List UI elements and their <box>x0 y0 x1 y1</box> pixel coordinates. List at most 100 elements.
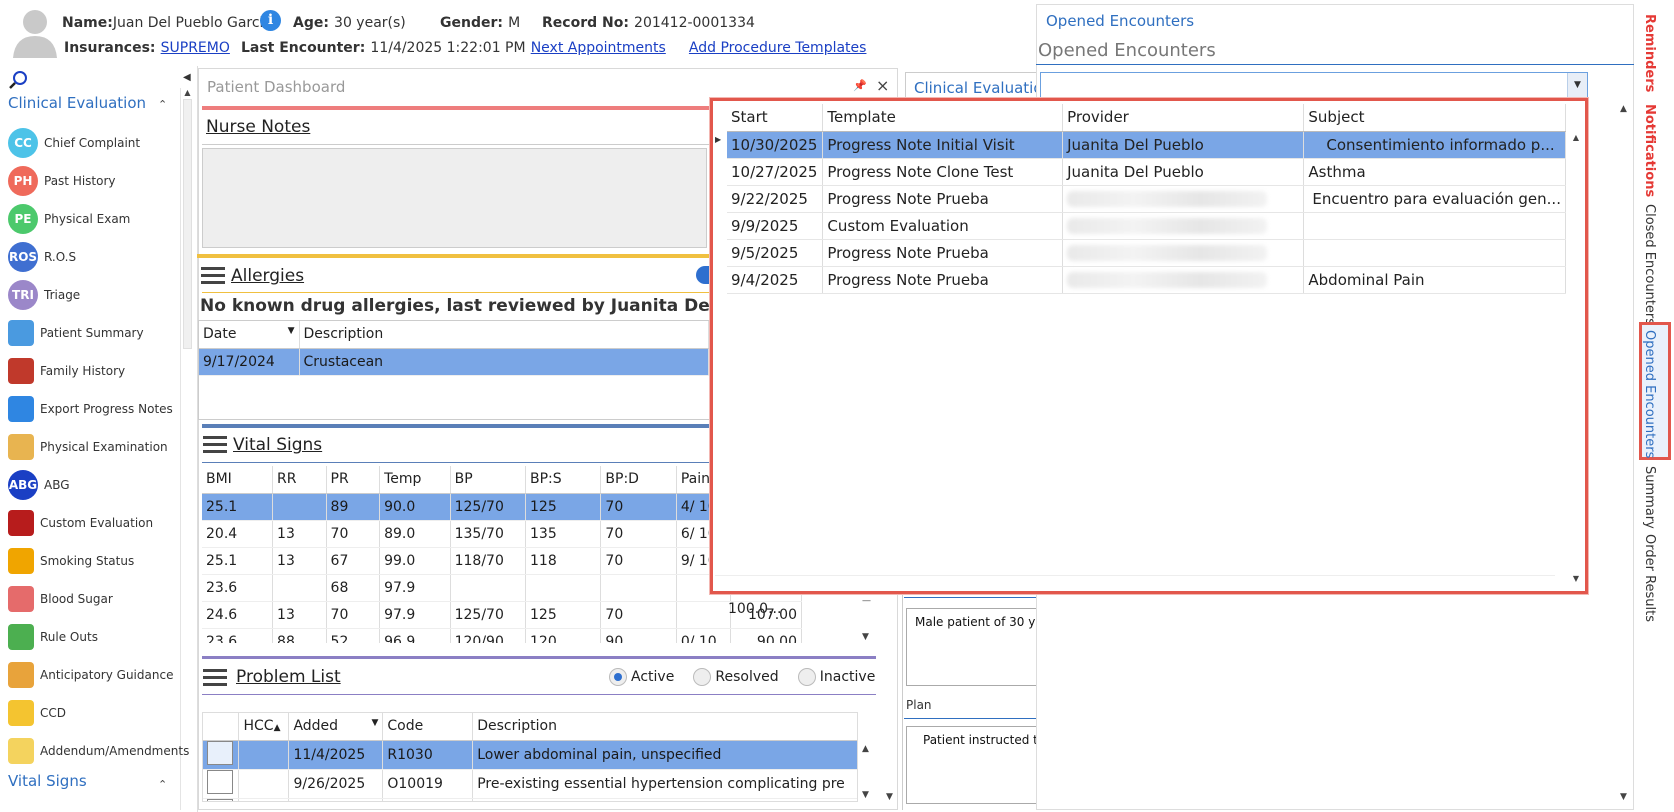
problem-col[interactable]: HCC▲ <box>238 713 290 741</box>
problem-list-grid[interactable]: HCC▲ Added ▼ Code Description 11/4/2025 R1030 L… <box>202 712 858 802</box>
insurance-link[interactable]: SUPREMO <box>161 40 230 56</box>
radio-inactive[interactable] <box>797 667 816 686</box>
nav-item[interactable]: Export Progress Notes <box>8 392 180 426</box>
nav-item[interactable]: TRI Triage <box>8 278 180 312</box>
nav-scrollbar[interactable]: ▲ <box>180 88 194 810</box>
allergies-toggle[interactable] <box>696 266 710 284</box>
row-checkbox[interactable] <box>207 740 233 765</box>
scroll-down-icon[interactable]: ▼ <box>862 632 869 642</box>
vitals-col[interactable]: Temp <box>379 466 451 494</box>
plan-text[interactable]: Patient instructed to <box>906 726 1040 804</box>
nav-item[interactable]: Smoking Status <box>8 544 180 578</box>
nav-item[interactable]: Patient Summary <box>8 316 180 350</box>
nav-item-label: Physical Examination <box>40 440 168 454</box>
vitals-col[interactable]: RR <box>272 466 327 494</box>
drag-handle-icon[interactable] <box>203 436 227 454</box>
row-checkbox[interactable] <box>207 769 233 794</box>
allergies-col-description[interactable]: Description <box>299 321 709 349</box>
allergies-col-date[interactable]: Date ▼ <box>199 321 300 349</box>
add-procedure-templates-link[interactable]: Add Procedure Templates <box>689 40 867 56</box>
nav-item[interactable]: ABG ABG <box>8 468 180 502</box>
nav-item[interactable]: Anticipatory Guidance <box>8 658 180 692</box>
nav-item[interactable]: PE Physical Exam <box>8 202 180 236</box>
tab-notifications[interactable]: Notifications <box>1642 104 1657 197</box>
encounter-col[interactable]: Start <box>727 104 824 132</box>
chevron-down-icon[interactable]: ▼ <box>1567 73 1587 97</box>
scroll-down-icon[interactable]: ▼ <box>886 792 893 802</box>
radio-active[interactable] <box>609 667 627 686</box>
scroll-up-icon[interactable]: ▲ <box>1620 104 1627 114</box>
problem-col[interactable] <box>203 713 240 741</box>
tab-reminders[interactable]: Reminders <box>1642 14 1657 92</box>
assessment-text[interactable]: Male patient of 30 year <box>906 608 1040 686</box>
close-icon[interactable]: × <box>876 76 889 95</box>
encounter-row[interactable]: 10/27/2025 Progress Note Clone Test Juanit… <box>727 158 1566 186</box>
drag-handle-icon[interactable] <box>203 669 227 687</box>
section-clinical-evaluation[interactable]: Clinical Evaluation <box>8 94 146 112</box>
nav-item[interactable]: PH Past History <box>8 164 180 198</box>
dropdown-scrollbar[interactable]: ▲ ▼ <box>1569 133 1583 583</box>
table-row[interactable]: 24.6 13 70 97.9 125/70 125 70 107.00 <box>202 601 802 629</box>
problem-col[interactable]: Code <box>382 713 474 741</box>
table-row[interactable]: 9/22/2025Z91120Patient's intentional und… <box>203 798 857 801</box>
nav-item[interactable]: CCD <box>8 696 180 730</box>
allergies-grid[interactable]: Date ▼ Description 9/17/2024 Crustacean <box>198 320 710 420</box>
section-vital-signs[interactable]: Vital Signs <box>8 772 87 790</box>
nav-item[interactable]: CC Chief Complaint <box>8 126 180 160</box>
nav-item[interactable]: Rule Outs <box>8 620 180 654</box>
drag-handle-icon[interactable] <box>201 267 225 285</box>
next-appointments-link[interactable]: Next Appointments <box>531 40 666 56</box>
nav-item[interactable]: Family History <box>8 354 180 388</box>
nav-item-label: Blood Sugar <box>40 592 113 606</box>
encounter-col[interactable]: Subject <box>1303 104 1566 132</box>
vitals-col[interactable]: PR <box>326 466 381 494</box>
sort-down-icon[interactable]: ▼ <box>371 718 378 728</box>
tab-summary[interactable]: Summary <box>1642 466 1657 529</box>
tab-order-results[interactable]: Order Results <box>1642 534 1657 622</box>
vitals-col[interactable]: BMI <box>202 466 274 494</box>
encounter-row[interactable]: 9/5/2025 Progress Note Prueba <box>727 239 1566 267</box>
scroll-up-icon[interactable]: ▲ <box>862 744 869 754</box>
tab-opened-encounters[interactable]: Opened Encounters <box>1642 330 1657 458</box>
vitals-col[interactable]: BP:S <box>525 466 602 494</box>
gender-row: Gender: M <box>440 12 520 31</box>
encounter-row[interactable]: 9/4/2025 Progress Note Prueba Abdominal Pa… <box>727 266 1566 294</box>
nav-item[interactable]: Physical Examination <box>8 430 180 464</box>
chevron-up-icon[interactable]: ⌃ <box>158 778 167 791</box>
row-checkbox[interactable] <box>207 798 233 801</box>
encounter-col[interactable]: Provider <box>1062 104 1305 132</box>
nurse-notes-box[interactable] <box>202 148 707 248</box>
search-icon[interactable] <box>8 70 28 90</box>
scroll-down-icon[interactable]: ▼ <box>1620 792 1627 802</box>
table-row[interactable]: 11/4/2025 R1030 Lower abdominal pain, unsp… <box>203 740 857 770</box>
sort-up-icon[interactable]: ▲ <box>274 723 281 733</box>
sort-down-icon[interactable]: ▼ <box>288 326 295 336</box>
nav-item[interactable]: Blood Sugar <box>8 582 180 616</box>
vitals-col[interactable]: BP:D <box>600 466 677 494</box>
nav-item[interactable]: Addendum/Amendments <box>8 734 189 768</box>
problem-col[interactable]: Description <box>472 713 857 741</box>
encounter-row[interactable]: 10/30/2025 Progress Note Initial Visit Jua… <box>727 131 1566 159</box>
encounter-dropdown-list[interactable]: ▶ Start Template Provider Subject 10/30/2025… <box>710 98 1588 594</box>
radio-resolved[interactable] <box>693 667 712 686</box>
chevron-up-icon[interactable]: ⌃ <box>158 98 167 111</box>
encounter-row[interactable]: 9/22/2025 Progress Note Prueba Encuentro p… <box>727 185 1566 213</box>
table-row[interactable]: 23.6 88 52 96.9 120/90 120 90 0/ 10 90.00 <box>202 628 802 643</box>
scroll-handle[interactable]: — <box>862 596 871 606</box>
collapse-nav-icon[interactable]: ◀ <box>183 72 191 83</box>
vitals-col[interactable]: BP <box>450 466 527 494</box>
nav-item[interactable]: ROS R.O.S <box>8 240 180 274</box>
encounter-combobox[interactable] <box>1040 72 1588 98</box>
table-row[interactable]: 9/26/2025 O10019 Pre-existing essential hy… <box>203 769 857 799</box>
nav-item[interactable]: Custom Evaluation <box>8 506 180 540</box>
tab-closed-encounters[interactable]: Closed Encounters <box>1642 204 1657 325</box>
encounter-row[interactable]: 9/9/2025 Custom Evaluation <box>727 212 1566 240</box>
info-icon[interactable]: i <box>260 10 281 31</box>
table-row[interactable]: 9/17/2024 Crustacean <box>199 348 709 376</box>
dropdown-hscrollbar[interactable] <box>715 575 1555 589</box>
encounter-col[interactable]: Template <box>822 104 1064 132</box>
nav-item-icon <box>8 396 34 422</box>
scroll-down-icon[interactable]: ▼ <box>862 790 869 800</box>
problem-col[interactable]: Added ▼ <box>288 713 384 741</box>
pin-icon[interactable]: 📌 <box>853 79 867 92</box>
